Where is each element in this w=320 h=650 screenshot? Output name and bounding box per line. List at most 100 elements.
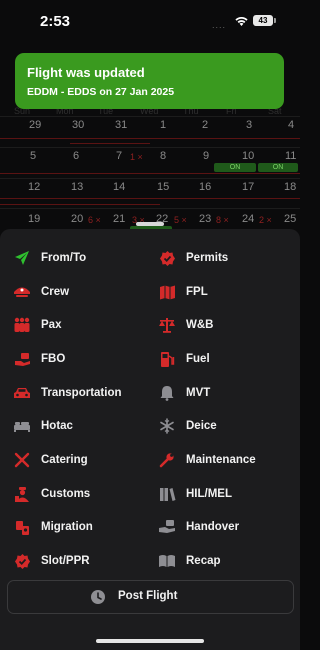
menu-item-label: Handover (186, 521, 240, 533)
menu-item-transportation[interactable]: Transportation (12, 380, 152, 408)
menu-item-label: Transportation (41, 387, 122, 399)
fuel-pump-icon (157, 349, 177, 369)
menu-item-label: Crew (41, 286, 70, 298)
calendar-day[interactable]: 13 (71, 181, 83, 193)
calendar-day[interactable]: 21 (113, 213, 125, 225)
menu-item-label: MVT (186, 387, 211, 399)
menu-item-label: Hotac (41, 420, 73, 432)
calendar-day[interactable]: 6 (73, 150, 79, 162)
calendar-day[interactable]: 30 (72, 119, 84, 131)
menu-item-catering[interactable]: Catering (12, 447, 152, 475)
calendar-day[interactable]: 29 (29, 119, 41, 131)
flight-updated-toast[interactable]: Flight was updated EDDM - EDDS on 27 Jan… (15, 53, 284, 109)
calendar-day[interactable]: 23 (199, 213, 211, 225)
books-icon (157, 484, 177, 504)
flight-count-badge: 5 × (174, 215, 187, 225)
menu-item-label: Pax (41, 319, 62, 331)
calendar-day[interactable]: 24 (242, 213, 254, 225)
balance-scale-icon (157, 315, 177, 335)
calendar-day[interactable]: 18 (284, 181, 296, 193)
menu-item-customs[interactable]: Customs (12, 481, 152, 509)
customs-officer-icon (12, 484, 32, 504)
calendar-day[interactable]: 4 (288, 119, 294, 131)
calendar-day[interactable]: 14 (113, 181, 125, 193)
toast-subtitle: EDDM - EDDS on 27 Jan 2025 (27, 86, 175, 98)
menu-item-maintenance[interactable]: Maintenance (157, 447, 297, 475)
passport-icon (12, 517, 32, 537)
calendar-day[interactable]: 20 (71, 213, 83, 225)
menu-item-pax[interactable]: Pax (12, 312, 152, 340)
menu-item-hil-mel[interactable]: HIL/MEL (157, 481, 297, 509)
flight-count-badge: 8 × (216, 215, 229, 225)
menu-item-from-to[interactable]: From/To (12, 245, 152, 273)
menu-item-label: Fuel (186, 353, 210, 365)
status-time: 2:53 (40, 13, 71, 30)
menu-item-crew[interactable]: Crew (12, 279, 152, 307)
pilot-cap-icon (12, 282, 32, 302)
calendar-day[interactable]: 31 (115, 119, 127, 131)
snowflake-icon (157, 416, 177, 436)
calendar-day[interactable]: 15 (157, 181, 169, 193)
menu-item-label: From/To (41, 252, 87, 264)
menu-item-handover[interactable]: Handover (157, 514, 297, 542)
home-indicator[interactable] (96, 639, 204, 643)
menu-item-wb[interactable]: W&B (157, 312, 297, 340)
post-flight-button[interactable]: Post Flight (7, 580, 294, 614)
menu-item-fuel[interactable]: Fuel (157, 346, 297, 374)
menu-item-label: Permits (186, 252, 229, 264)
menu-item-label: Migration (41, 521, 93, 533)
calendar-day[interactable]: 5 (30, 150, 36, 162)
calendar-day[interactable]: 19 (28, 213, 40, 225)
clock-icon (90, 589, 106, 610)
calendar-event[interactable]: ON (214, 163, 256, 172)
calendar-day[interactable]: 1 (160, 119, 166, 131)
menu-item-migration[interactable]: Migration (12, 514, 152, 542)
calendar-day[interactable]: 17 (242, 181, 254, 193)
menu-item-fbo[interactable]: FBO (12, 346, 152, 374)
menu-item-label: Recap (186, 555, 221, 567)
bell-icon (157, 383, 177, 403)
flight-count-badge: 1 × (130, 152, 143, 162)
cutlery-icon (12, 450, 32, 470)
menu-item-label: Customs (41, 488, 91, 500)
calendar-day[interactable]: 2 (202, 119, 208, 131)
calendar-day[interactable]: 12 (28, 181, 40, 193)
wifi-icon (234, 14, 249, 32)
hand-service-icon (12, 349, 32, 369)
menu-item-label: Slot/PPR (41, 555, 90, 567)
calendar-day[interactable]: 9 (203, 150, 209, 162)
permit-badge-icon (157, 248, 177, 268)
sheet-grabber[interactable] (136, 222, 164, 226)
menu-item-deice[interactable]: Deice (157, 413, 297, 441)
calendar-day[interactable]: 16 (199, 181, 211, 193)
calendar-day[interactable]: 10 (242, 150, 254, 162)
toast-title: Flight was updated (27, 65, 145, 80)
check-badge-icon (12, 551, 32, 571)
airplane-icon (12, 248, 32, 268)
menu-item-label: Maintenance (186, 454, 256, 466)
map-icon (157, 282, 177, 302)
menu-item-fpl[interactable]: FPL (157, 279, 297, 307)
calendar-day[interactable]: 8 (160, 150, 166, 162)
menu-item-slot-ppr[interactable]: Slot/PPR (12, 548, 152, 576)
menu-item-hotac[interactable]: Hotac (12, 413, 152, 441)
calendar-event[interactable]: ON (258, 163, 298, 172)
passengers-icon (12, 315, 32, 335)
calendar-day[interactable]: 25 (284, 213, 296, 225)
calendar-day[interactable]: 11 (285, 150, 296, 162)
handover-icon (157, 517, 177, 537)
car-icon (12, 383, 32, 403)
calendar-background: Sun Mon Tue Wed Thu Fri Sat 29 30 31 1 2… (0, 100, 300, 235)
menu-item-label: FBO (41, 353, 66, 365)
menu-item-recap[interactable]: Recap (157, 548, 297, 576)
flight-count-badge: 6 × (88, 215, 101, 225)
menu-item-label: Deice (186, 420, 217, 432)
menu-item-label: HIL/MEL (186, 488, 232, 500)
status-bar: 2:53 .... 43 (0, 0, 300, 44)
menu-item-permits[interactable]: Permits (157, 245, 297, 273)
open-book-icon (157, 551, 177, 571)
menu-item-mvt[interactable]: MVT (157, 380, 297, 408)
flight-count-badge: 2 × (259, 215, 272, 225)
calendar-day[interactable]: 7 (116, 150, 122, 162)
calendar-day[interactable]: 3 (246, 119, 252, 131)
